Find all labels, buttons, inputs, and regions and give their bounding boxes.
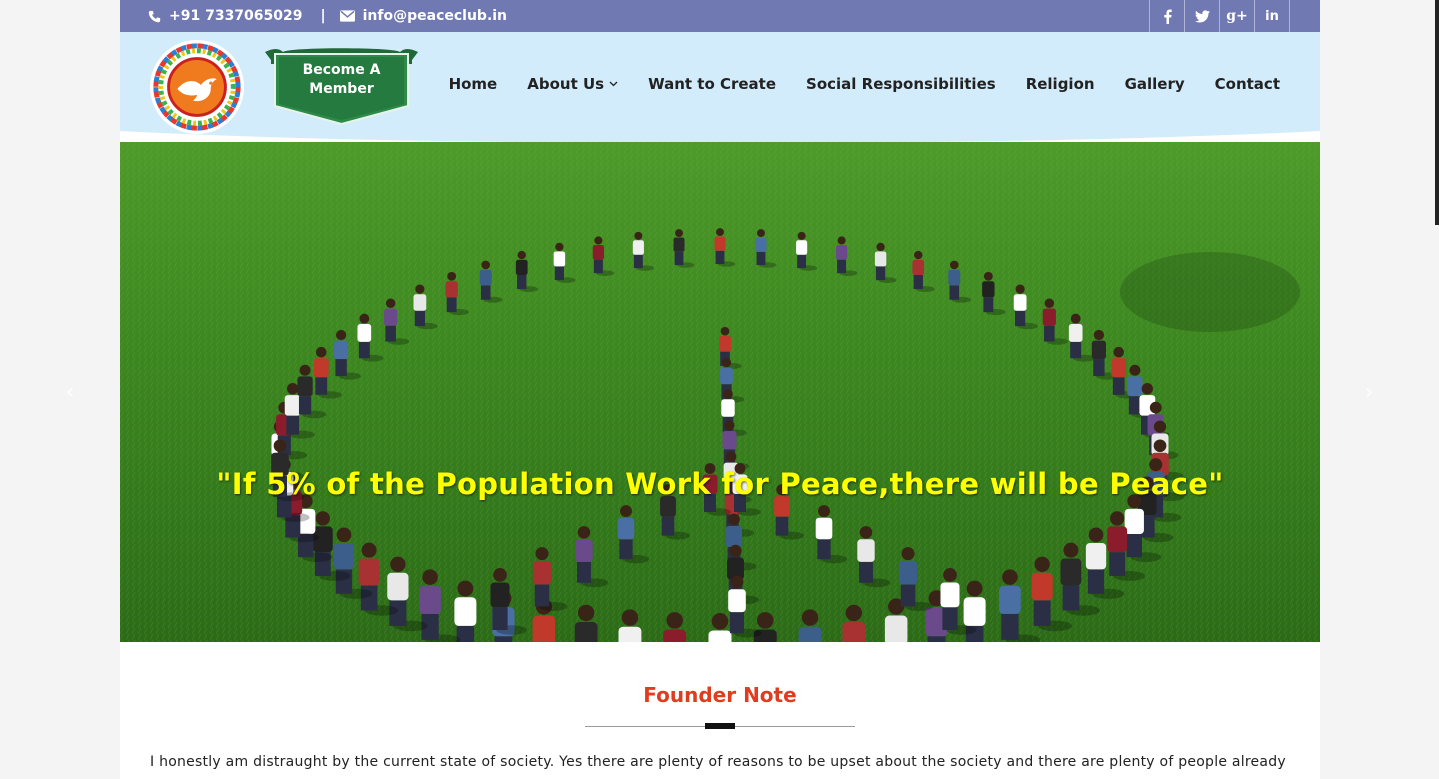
phone-icon	[148, 10, 161, 23]
facebook-icon[interactable]	[1149, 0, 1184, 32]
contact-separator: |	[320, 8, 326, 24]
nav-social-responsibilities[interactable]: Social Responsibilities	[806, 75, 996, 93]
main-nav: Home About Us Want to Create Social Resp…	[419, 64, 1280, 104]
nav-religion[interactable]: Religion	[1026, 75, 1095, 93]
chevron-down-icon	[609, 79, 618, 90]
founder-note-title: Founder Note	[643, 683, 797, 707]
phone-number[interactable]: +91 7337065029	[169, 8, 303, 24]
chevron-right-icon: ›	[1364, 379, 1374, 405]
hero-slider: "If 5% of the Population Work for Peace,…	[120, 142, 1320, 642]
header-wave	[120, 131, 1320, 143]
slider-next-arrow[interactable]: ›	[1349, 372, 1389, 412]
top-bar: +91 7337065029 | info@peaceclub.in g+ in	[120, 0, 1320, 32]
member-text: Become A Member	[265, 61, 418, 99]
nav-about-us[interactable]: About Us	[527, 75, 618, 93]
page: +91 7337065029 | info@peaceclub.in g+ in	[120, 0, 1320, 779]
social-links: g+ in	[1149, 0, 1290, 32]
nav-gallery[interactable]: Gallery	[1125, 75, 1185, 93]
hero-image	[120, 142, 1320, 642]
member-line-1: Become A	[302, 62, 381, 78]
title-divider-accent	[705, 723, 735, 729]
slider-prev-arrow[interactable]: ‹	[50, 372, 90, 412]
nav-home[interactable]: Home	[449, 75, 498, 93]
google-plus-icon[interactable]: g+	[1219, 0, 1254, 32]
site-header: Become A Member Home About Us Want to Cr…	[120, 32, 1320, 143]
founder-note-text: I honestly am distraught by the current …	[150, 754, 1286, 770]
nav-contact[interactable]: Contact	[1215, 75, 1280, 93]
nav-want-to-create[interactable]: Want to Create	[648, 75, 776, 93]
envelope-icon	[339, 10, 355, 22]
member-line-2: Member	[309, 81, 374, 97]
peace-club-logo[interactable]	[148, 38, 246, 136]
chevron-left-icon: ‹	[65, 379, 75, 405]
twitter-icon[interactable]	[1184, 0, 1219, 32]
nav-about-label: About Us	[527, 75, 605, 93]
hero-quote: "If 5% of the Population Work for Peace,…	[216, 467, 1224, 501]
linkedin-icon[interactable]: in	[1254, 0, 1290, 32]
contact-info: +91 7337065029 | info@peaceclub.in	[148, 0, 507, 32]
page-scrollbar[interactable]	[1435, 0, 1439, 225]
become-member-button[interactable]: Become A Member	[265, 48, 418, 126]
email-address[interactable]: info@peaceclub.in	[363, 8, 507, 24]
